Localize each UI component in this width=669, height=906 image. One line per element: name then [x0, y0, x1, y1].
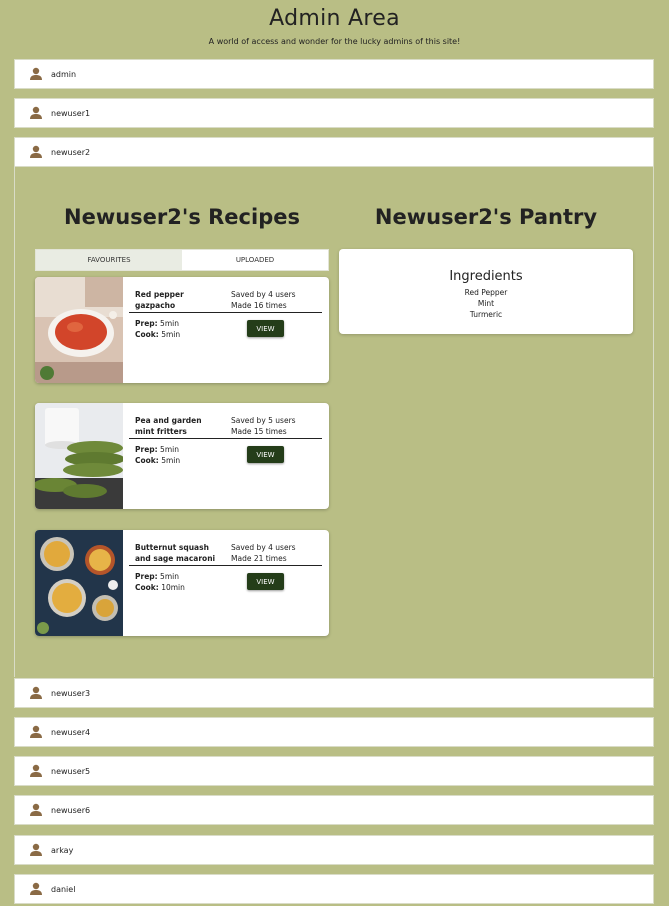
recipe-image-fritters	[35, 403, 123, 509]
recipe-image-gazpacho	[35, 277, 123, 383]
made-count: Made 16 times	[231, 301, 287, 310]
prep-time: 5min	[160, 445, 179, 454]
pantry-card: Ingredients Red Pepper Mint Turmeric	[339, 249, 633, 334]
made-count: Made 15 times	[231, 427, 287, 436]
recipes-title: Newuser2's Recipes	[64, 205, 300, 229]
recipe-name: Butternut squash and sage macaroni	[135, 543, 216, 563]
recipe-times: Prep: 5min Cook: 10min	[135, 571, 185, 593]
card-divider	[129, 565, 322, 566]
user-name: admin	[51, 69, 77, 79]
recipe-card: Pea and garden mint fritters Saved by 5 …	[35, 403, 329, 509]
user-row-daniel[interactable]: daniel	[14, 874, 654, 904]
user-row-newuser5[interactable]: newuser5	[14, 756, 654, 786]
tab-favourites[interactable]: FAVOURITES	[36, 250, 182, 270]
card-divider	[129, 438, 322, 439]
ingredient-item: Turmeric	[469, 310, 503, 319]
user-name: newuser6	[51, 805, 91, 815]
recipe-times: Prep: 5min Cook: 5min	[135, 444, 180, 466]
recipe-image-macaroni	[35, 530, 123, 636]
tab-uploaded[interactable]: UPLOADED	[182, 250, 328, 270]
made-count: Made 21 times	[231, 554, 287, 563]
recipe-card: Butternut squash and sage macaroni Saved…	[35, 530, 329, 636]
page-subtitle: A world of access and wonder for the luc…	[208, 37, 461, 46]
pantry-title: Newuser2's Pantry	[374, 205, 598, 229]
cook-label: Cook:	[135, 583, 159, 592]
ingredients-heading: Ingredients	[449, 269, 523, 284]
person-icon	[29, 803, 43, 817]
prep-label: Prep:	[135, 445, 158, 454]
user-name: newuser3	[51, 688, 91, 698]
ingredients-list: Red Pepper Mint Turmeric	[339, 287, 633, 320]
recipe-tabs: FAVOURITES UPLOADED	[35, 249, 329, 271]
user-name: arkay	[51, 845, 74, 855]
user-name: newuser4	[51, 727, 91, 737]
user-row-newuser4[interactable]: newuser4	[14, 717, 654, 747]
recipe-stats: Saved by 4 users Made 16 times	[231, 289, 296, 311]
page-title: Admin Area	[269, 6, 400, 31]
user-row-arkay[interactable]: arkay	[14, 835, 654, 865]
recipe-times: Prep: 5min Cook: 5min	[135, 318, 180, 340]
prep-time: 5min	[160, 572, 179, 581]
page-header: Admin Area A world of access and wonder …	[0, 0, 669, 58]
person-icon	[29, 145, 43, 159]
user-row-newuser3[interactable]: newuser3	[14, 678, 654, 708]
ingredient-item: Red Pepper	[464, 288, 508, 297]
person-icon	[29, 725, 43, 739]
user-detail-panel: Newuser2's Recipes Newuser2's Pantry FAV…	[14, 167, 654, 677]
view-recipe-button[interactable]: VIEW	[247, 573, 284, 590]
person-icon	[29, 106, 43, 120]
saved-count: Saved by 4 users	[231, 290, 296, 299]
person-icon	[29, 843, 43, 857]
cook-time: 5min	[161, 330, 181, 339]
recipe-stats: Saved by 4 users Made 21 times	[231, 542, 296, 564]
user-row-newuser1[interactable]: newuser1	[14, 98, 654, 128]
recipe-name: Pea and garden mint fritters	[135, 416, 202, 436]
user-row-admin[interactable]: admin	[14, 59, 654, 89]
person-icon	[29, 686, 43, 700]
user-row-newuser6[interactable]: newuser6	[14, 795, 654, 825]
person-icon	[29, 67, 43, 81]
recipe-stats: Saved by 5 users Made 15 times	[231, 415, 296, 437]
recipe-card: Red pepper gazpacho Saved by 4 users Mad…	[35, 277, 329, 383]
view-recipe-button[interactable]: VIEW	[247, 320, 284, 337]
prep-label: Prep:	[135, 572, 158, 581]
user-name: daniel	[51, 884, 76, 894]
cook-label: Cook:	[135, 330, 159, 339]
prep-time: 5min	[160, 319, 179, 328]
cook-time: 10min	[161, 583, 185, 592]
user-name: newuser2	[51, 147, 91, 157]
ingredient-item: Mint	[477, 299, 495, 308]
user-row-newuser2[interactable]: newuser2	[14, 137, 654, 167]
person-icon	[29, 882, 43, 896]
user-name: newuser1	[51, 108, 91, 118]
person-icon	[29, 764, 43, 778]
recipe-name: Red pepper gazpacho	[135, 290, 184, 310]
saved-count: Saved by 5 users	[231, 416, 296, 425]
saved-count: Saved by 4 users	[231, 543, 296, 552]
card-divider	[129, 312, 322, 313]
cook-time: 5min	[161, 456, 181, 465]
cook-label: Cook:	[135, 456, 159, 465]
prep-label: Prep:	[135, 319, 158, 328]
view-recipe-button[interactable]: VIEW	[247, 446, 284, 463]
user-name: newuser5	[51, 766, 91, 776]
